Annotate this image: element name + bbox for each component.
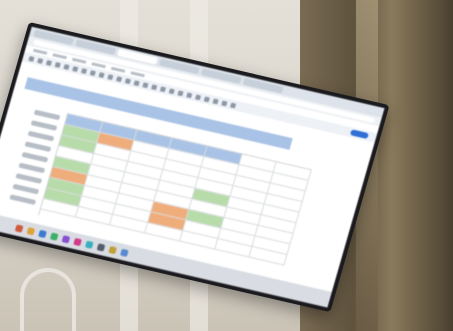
- row-label: [21, 151, 49, 163]
- toolbar-icon[interactable]: [221, 100, 228, 107]
- toolbar-icon[interactable]: [168, 87, 175, 94]
- toolbar-icon[interactable]: [133, 79, 140, 86]
- taskbar-app-icon[interactable]: [14, 223, 24, 233]
- toolbar-icon[interactable]: [159, 85, 167, 92]
- taskbar-app-icon[interactable]: [38, 229, 48, 238]
- taskbar-app-icon[interactable]: [26, 226, 36, 235]
- taskbar-app-icon[interactable]: [73, 237, 83, 246]
- taskbar-app-icon[interactable]: [85, 240, 94, 249]
- toolbar-icon[interactable]: [203, 96, 211, 102]
- toolbar-icon[interactable]: [54, 61, 61, 68]
- lamp-arc: [20, 268, 76, 331]
- toolbar-icon[interactable]: [124, 77, 132, 84]
- row-label: [24, 141, 52, 153]
- toolbar-icon[interactable]: [45, 59, 53, 66]
- toolbar-icon[interactable]: [63, 63, 70, 70]
- toolbar-icon[interactable]: [98, 71, 105, 78]
- taskbar-app-icon[interactable]: [49, 232, 59, 241]
- taskbar-app-icon[interactable]: [120, 248, 129, 257]
- toolbar-icon[interactable]: [151, 83, 158, 90]
- toolbar-icon[interactable]: [72, 65, 79, 72]
- row-label: [18, 162, 46, 174]
- toolbar-icon[interactable]: [28, 55, 35, 62]
- toolbar-icon[interactable]: [107, 73, 114, 80]
- toolbar-icon[interactable]: [142, 81, 149, 88]
- toolbar-icon[interactable]: [116, 75, 123, 82]
- toolbar-icon[interactable]: [37, 57, 44, 64]
- toolbar-icon[interactable]: [177, 89, 184, 96]
- toolbar-icon[interactable]: [212, 98, 219, 104]
- row-label: [30, 120, 58, 131]
- toolbar-icon[interactable]: [89, 69, 97, 76]
- taskbar-app-icon[interactable]: [96, 242, 106, 252]
- row-label: [15, 173, 43, 184]
- toolbar-icon[interactable]: [195, 94, 202, 100]
- row-label: [12, 183, 40, 195]
- toolbar-icon[interactable]: [186, 91, 193, 98]
- row-label: [33, 109, 61, 121]
- toolbar-icon[interactable]: [81, 67, 88, 74]
- row-label: [27, 130, 55, 142]
- taskbar-app-icon[interactable]: [108, 245, 118, 254]
- taskbar-app-icon[interactable]: [61, 234, 71, 244]
- toolbar-icon[interactable]: [230, 102, 237, 109]
- row-label: [9, 194, 37, 205]
